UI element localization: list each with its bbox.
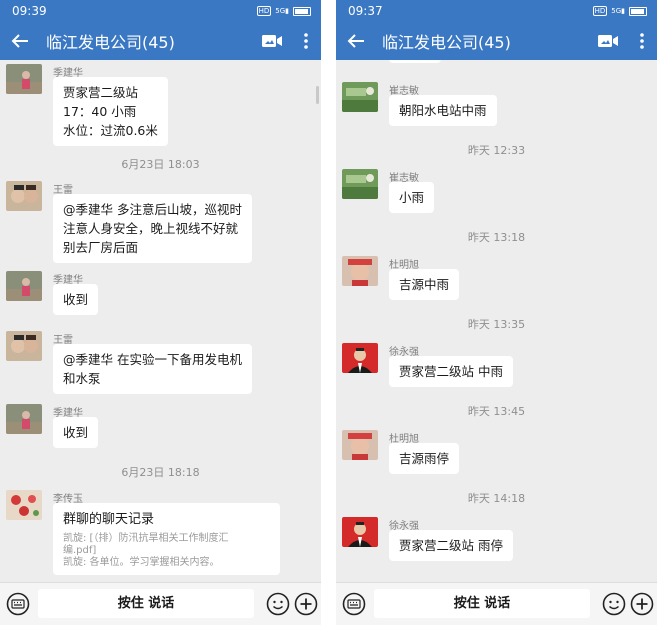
avatar[interactable]	[6, 331, 42, 361]
avatar[interactable]	[342, 430, 378, 460]
hd-icon: HD	[256, 6, 272, 16]
message-bubble[interactable]	[389, 60, 441, 63]
message-bubble[interactable]: 吉源雨停	[389, 443, 460, 474]
message-bubble[interactable]: 贾家营二级站 雨停	[389, 530, 513, 561]
more-options-icon[interactable]	[299, 29, 313, 53]
video-call-icon[interactable]	[259, 29, 285, 53]
message-text: 17：40 小雨	[63, 104, 137, 119]
message-text: 小雨	[399, 190, 425, 205]
signal-icon: 5G▮	[275, 7, 289, 15]
message-text: 和水泵	[63, 371, 101, 386]
avatar[interactable]	[6, 181, 42, 211]
message-text: 注意人身安全，晚上视线不好就	[63, 221, 239, 236]
timestamp: 昨天 13:45	[467, 405, 526, 418]
card-line: 凯旋: [（排）防汛抗旱相关工作制度汇	[63, 533, 229, 544]
battery-icon	[293, 6, 311, 16]
message-bubble[interactable]: 贾家营二级站 中雨	[389, 356, 513, 387]
chat-title: 临江发电公司(45)	[382, 33, 511, 52]
message-text: 吉源中雨	[399, 277, 450, 292]
message-text: 贾家营二级站 中雨	[399, 364, 503, 379]
status-bar: 09:39 HD 5G▮	[0, 0, 321, 22]
chat-screen-left: 09:39 HD 5G▮ 临江发电公司(45) 季建华 贾家营二级站 17：40…	[0, 0, 321, 625]
message-bubble[interactable]: 吉源中雨	[389, 269, 460, 300]
avatar[interactable]	[342, 169, 378, 199]
hold-to-talk-button[interactable]: 按住 说话	[38, 589, 254, 618]
avatar[interactable]	[6, 64, 42, 94]
card-title: 群聊的聊天记录	[63, 512, 155, 527]
avatar[interactable]	[6, 404, 42, 434]
message-bubble[interactable]: 朝阳水电站中雨	[389, 95, 497, 126]
status-time: 09:39	[12, 4, 47, 18]
emoji-icon[interactable]	[602, 592, 626, 616]
message-text: @季建华 多注意后山坡，巡视时	[63, 202, 242, 217]
more-options-icon[interactable]	[635, 29, 649, 53]
message-bubble[interactable]: 收到	[53, 417, 99, 448]
input-bar: 按住 说话	[0, 582, 321, 625]
message-bubble[interactable]: 贾家营二级站 17：40 小雨 水位：过流0.6米	[53, 77, 168, 146]
avatar[interactable]	[6, 490, 42, 520]
timestamp: 昨天 12:33	[467, 144, 526, 157]
message-text: 贾家营二级站 雨停	[399, 538, 503, 553]
hold-to-talk-button[interactable]: 按住 说话	[374, 589, 590, 618]
status-time: 09:37	[348, 4, 383, 18]
avatar[interactable]	[342, 517, 378, 547]
video-call-icon[interactable]	[595, 29, 621, 53]
timestamp: 昨天 13:35	[467, 318, 526, 331]
back-arrow-icon[interactable]	[8, 29, 32, 53]
status-icons: HD 5G▮	[592, 6, 647, 16]
status-bar: 09:37 HD 5G▮	[336, 0, 657, 22]
message-text: @季建华 在实验一下备用发电机	[63, 352, 242, 367]
chat-title: 临江发电公司(45)	[46, 33, 175, 52]
chat-screen-right: 09:37 HD 5G▮ 临江发电公司(45) 崔志敏 朝阳水电站中雨 昨天 1…	[336, 0, 657, 625]
chat-record-card[interactable]: 群聊的聊天记录 凯旋: [（排）防汛抗旱相关工作制度汇 编.pdf] 凯旋: 各…	[53, 503, 280, 575]
card-line: 编.pdf]	[63, 545, 97, 556]
emoji-icon[interactable]	[266, 592, 290, 616]
battery-icon	[629, 6, 647, 16]
message-text: 水位：过流0.6米	[63, 123, 158, 138]
timestamp: 昨天 14:18	[467, 492, 526, 505]
input-bar: 按住 说话	[336, 582, 657, 625]
card-line: 凯旋: 各单位。学习掌握相关内容。	[63, 557, 220, 568]
add-icon[interactable]	[630, 592, 654, 616]
message-text: 朝阳水电站中雨	[399, 103, 487, 118]
avatar[interactable]	[342, 82, 378, 112]
hd-icon: HD	[592, 6, 608, 16]
message-text: 别去厂房后面	[63, 240, 139, 255]
back-arrow-icon[interactable]	[344, 29, 368, 53]
avatar[interactable]	[342, 256, 378, 286]
message-list[interactable]: 崔志敏 朝阳水电站中雨 昨天 12:33 崔志敏 小雨 昨天 13:18 杜明旭…	[336, 60, 657, 582]
message-text: 收到	[63, 292, 89, 307]
title-bar: 临江发电公司(45)	[336, 22, 657, 60]
timestamp: 6月23日 18:18	[121, 466, 200, 479]
keyboard-icon[interactable]	[6, 592, 30, 616]
avatar[interactable]	[6, 271, 42, 301]
avatar[interactable]	[342, 343, 378, 373]
scrollbar[interactable]	[316, 86, 319, 104]
message-bubble[interactable]: @季建华 在实验一下备用发电机 和水泵	[53, 344, 252, 394]
add-icon[interactable]	[294, 592, 318, 616]
message-text: 收到	[63, 425, 89, 440]
title-bar: 临江发电公司(45)	[0, 22, 321, 60]
timestamp: 昨天 13:18	[467, 231, 526, 244]
message-bubble[interactable]: 收到	[53, 284, 99, 315]
message-text: 吉源雨停	[399, 451, 450, 466]
status-icons: HD 5G▮	[256, 6, 311, 16]
message-text: 贾家营二级站	[63, 85, 139, 100]
signal-icon: 5G▮	[611, 7, 625, 15]
keyboard-icon[interactable]	[342, 592, 366, 616]
timestamp: 6月23日 18:03	[121, 158, 200, 171]
message-list[interactable]: 季建华 贾家营二级站 17：40 小雨 水位：过流0.6米 6月23日 18:0…	[0, 60, 321, 582]
message-bubble[interactable]: @季建华 多注意后山坡，巡视时 注意人身安全，晚上视线不好就 别去厂房后面	[53, 194, 252, 263]
message-bubble[interactable]: 小雨	[389, 182, 435, 213]
